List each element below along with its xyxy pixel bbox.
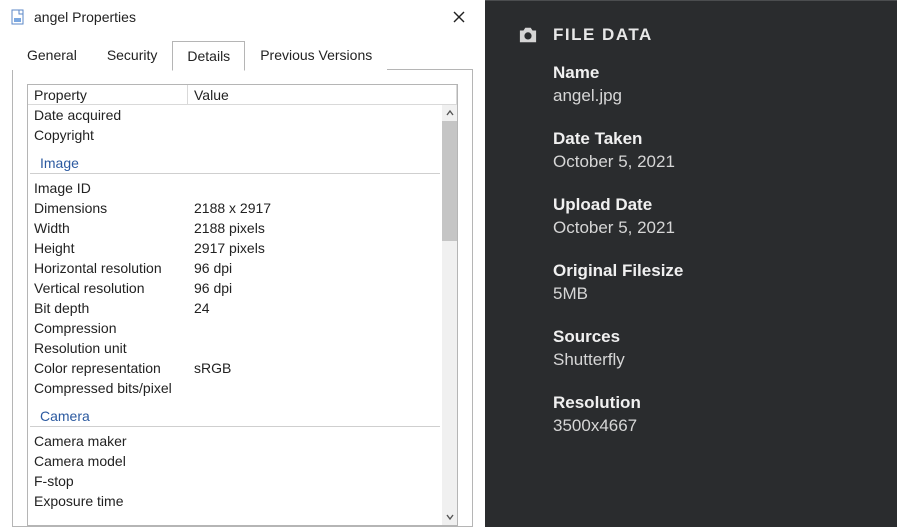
field-label: Sources xyxy=(553,327,865,347)
prop-label: Horizontal resolution xyxy=(28,258,188,278)
prop-value xyxy=(188,318,442,338)
prop-row[interactable]: F-stop xyxy=(28,471,442,491)
field-sources: Sources Shutterfly xyxy=(553,327,865,371)
prop-value xyxy=(188,491,442,511)
prop-label: Color representation xyxy=(28,358,188,378)
prop-row[interactable]: Camera model xyxy=(28,451,442,471)
field-label: Name xyxy=(553,63,865,83)
tab-previous-versions[interactable]: Previous Versions xyxy=(245,40,387,70)
prop-row[interactable]: Image ID xyxy=(28,178,442,198)
tab-bar: General Security Details Previous Versio… xyxy=(0,40,485,70)
scroll-thumb[interactable] xyxy=(442,121,457,241)
tab-security[interactable]: Security xyxy=(92,40,173,70)
prop-label: Copyright xyxy=(28,125,188,145)
prop-row[interactable]: Horizontal resolution 96 dpi xyxy=(28,258,442,278)
field-label: Resolution xyxy=(553,393,865,413)
field-date-taken: Date Taken October 5, 2021 xyxy=(553,129,865,173)
prop-label: Width xyxy=(28,218,188,238)
header-property[interactable]: Property xyxy=(28,85,188,104)
prop-label: Exposure time xyxy=(28,491,188,511)
prop-value: 96 dpi xyxy=(188,278,442,298)
section-image: Image xyxy=(30,145,440,174)
details-body: Property Value Date acquired Copyright I… xyxy=(12,70,473,527)
window-title: angel Properties xyxy=(34,9,439,25)
prop-value xyxy=(188,178,442,198)
prop-label: Image ID xyxy=(28,178,188,198)
field-value: 5MB xyxy=(553,283,703,305)
prop-row[interactable]: Dimensions 2188 x 2917 xyxy=(28,198,442,218)
file-data-header: FILE DATA xyxy=(517,25,865,45)
prop-label: Camera maker xyxy=(28,431,188,451)
prop-row[interactable]: Copyright xyxy=(28,125,442,145)
prop-row[interactable]: Compression xyxy=(28,318,442,338)
field-label: Upload Date xyxy=(553,195,865,215)
prop-row[interactable]: Color representation sRGB xyxy=(28,358,442,378)
grid-header: Property Value xyxy=(28,85,457,105)
scroll-up-icon[interactable] xyxy=(442,105,457,121)
prop-row[interactable]: Exposure time xyxy=(28,491,442,511)
prop-label: Compressed bits/pixel xyxy=(28,378,188,398)
field-value: 3500x4667 xyxy=(553,415,703,437)
file-data-panel: FILE DATA Name angel.jpg Date Taken Octo… xyxy=(485,0,897,527)
prop-value: 2188 pixels xyxy=(188,218,442,238)
field-label: Original Filesize xyxy=(553,261,865,281)
prop-value xyxy=(188,105,442,125)
titlebar: angel Properties xyxy=(0,0,485,34)
prop-label: Vertical resolution xyxy=(28,278,188,298)
field-value: Shutterfly xyxy=(553,349,703,371)
close-icon xyxy=(453,11,465,23)
prop-value xyxy=(188,338,442,358)
field-original-filesize: Original Filesize 5MB xyxy=(553,261,865,305)
prop-value xyxy=(188,471,442,491)
properties-window: angel Properties General Security Detail… xyxy=(0,0,485,527)
field-value: October 5, 2021 xyxy=(553,151,703,173)
scroll-down-icon[interactable] xyxy=(442,509,457,525)
close-button[interactable] xyxy=(439,2,479,32)
prop-row[interactable]: Camera maker xyxy=(28,431,442,451)
prop-label: F-stop xyxy=(28,471,188,491)
prop-value xyxy=(188,431,442,451)
properties-grid: Property Value Date acquired Copyright I… xyxy=(27,84,458,526)
field-label: Date Taken xyxy=(553,129,865,149)
prop-label: Dimensions xyxy=(28,198,188,218)
field-name: Name angel.jpg xyxy=(553,63,865,107)
prop-row[interactable]: Bit depth 24 xyxy=(28,298,442,318)
prop-row[interactable]: Vertical resolution 96 dpi xyxy=(28,278,442,298)
prop-row[interactable]: Height 2917 pixels xyxy=(28,238,442,258)
file-data-heading: FILE DATA xyxy=(553,25,653,45)
prop-label: Camera model xyxy=(28,451,188,471)
field-value: October 5, 2021 xyxy=(553,217,703,239)
prop-row[interactable]: Compressed bits/pixel xyxy=(28,378,442,398)
prop-row[interactable]: Date acquired xyxy=(28,105,442,125)
prop-value xyxy=(188,125,442,145)
prop-value xyxy=(188,378,442,398)
prop-value: 24 xyxy=(188,298,442,318)
header-value[interactable]: Value xyxy=(188,85,457,104)
file-image-icon xyxy=(10,9,26,25)
prop-value: 96 dpi xyxy=(188,258,442,278)
prop-value: 2917 pixels xyxy=(188,238,442,258)
prop-row[interactable]: Width 2188 pixels xyxy=(28,218,442,238)
prop-label: Date acquired xyxy=(28,105,188,125)
tab-general[interactable]: General xyxy=(12,40,92,70)
prop-value: sRGB xyxy=(188,358,442,378)
section-camera: Camera xyxy=(30,398,440,427)
prop-label: Height xyxy=(28,238,188,258)
field-upload-date: Upload Date October 5, 2021 xyxy=(553,195,865,239)
scrollbar[interactable] xyxy=(442,105,457,525)
prop-label: Compression xyxy=(28,318,188,338)
tab-details[interactable]: Details xyxy=(172,41,245,71)
field-value: angel.jpg xyxy=(553,85,703,107)
field-resolution: Resolution 3500x4667 xyxy=(553,393,865,437)
prop-label: Bit depth xyxy=(28,298,188,318)
properties-list[interactable]: Date acquired Copyright Image Image ID D… xyxy=(28,105,442,525)
prop-row[interactable]: Resolution unit xyxy=(28,338,442,358)
prop-label: Resolution unit xyxy=(28,338,188,358)
prop-value: 2188 x 2917 xyxy=(188,198,442,218)
camera-icon xyxy=(517,26,539,44)
prop-value xyxy=(188,451,442,471)
